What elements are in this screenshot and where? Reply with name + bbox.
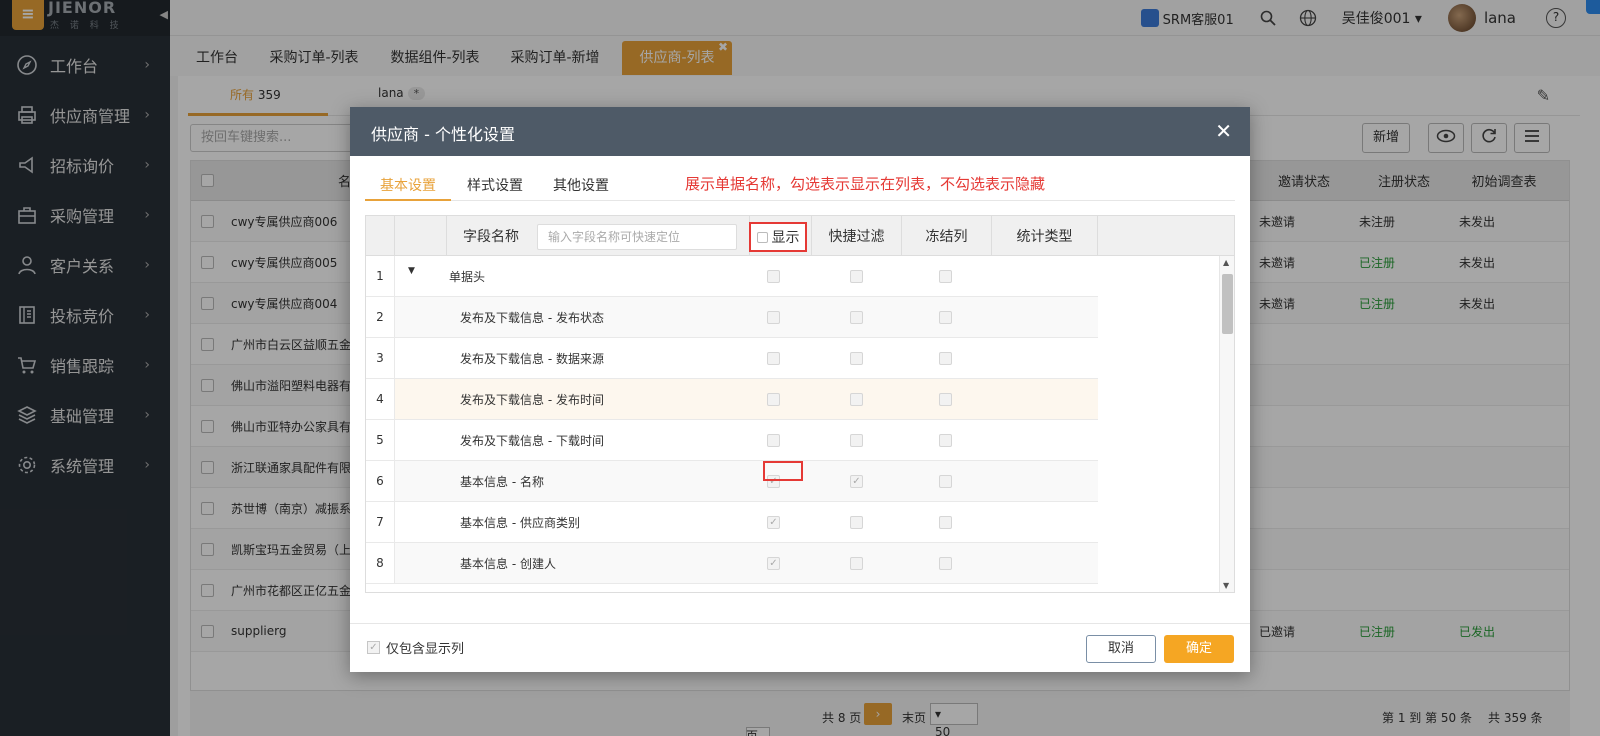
modal-tabs: 基本设置 样式设置 其他设置 展示单据名称，勾选表示显示在列表，不勾选表示隐藏 xyxy=(365,169,1235,201)
field-name: 基本信息 - 名称 xyxy=(460,474,544,489)
row-number: 1 xyxy=(366,256,395,296)
scrollbar-thumb[interactable] xyxy=(1222,274,1233,334)
field-row[interactable]: 2 发布及下载信息 - 发布状态 xyxy=(366,297,1098,338)
field-table-header: 字段名称 输入字段名称可快速定位 显示 快捷过滤 冻结列 统计类型 xyxy=(366,216,1234,256)
field-name: 发布及下载信息 - 发布时间 xyxy=(460,392,604,407)
cancel-button[interactable]: 取消 xyxy=(1086,635,1156,663)
modal-footer: ✓ 仅包含显示列 取消 确定 xyxy=(350,623,1250,672)
field-row[interactable]: 5 发布及下载信息 - 下载时间 xyxy=(366,420,1098,461)
scroll-up-icon[interactable]: ▲ xyxy=(1223,258,1229,267)
hint-annotation: 展示单据名称，勾选表示显示在列表，不勾选表示隐藏 xyxy=(685,175,1046,193)
field-name: 发布及下载信息 - 发布状态 xyxy=(460,310,604,325)
checkbox-icon xyxy=(756,231,768,243)
header-expand xyxy=(395,216,447,256)
header-quick-filter: 快捷过滤 xyxy=(812,216,902,256)
modal-tab-underline xyxy=(365,199,451,201)
highlight-annotation xyxy=(763,461,803,481)
header-stat-type: 统计类型 xyxy=(992,216,1098,256)
field-row[interactable]: 3 发布及下载信息 - 数据来源 xyxy=(366,338,1098,379)
freeze-checkbox[interactable] xyxy=(939,557,952,570)
quick-filter-checkbox[interactable] xyxy=(850,352,863,365)
row-number: 8 xyxy=(366,543,395,583)
header-show: 显示 xyxy=(771,230,800,246)
field-name: 发布及下载信息 - 数据来源 xyxy=(460,351,604,366)
field-row[interactable]: 8 基本信息 - 创建人 ✓ xyxy=(366,543,1098,584)
field-row[interactable]: 6 基本信息 - 名称 ✓ ✓ xyxy=(366,461,1098,502)
row-number: 4 xyxy=(366,379,395,419)
field-search-input[interactable]: 输入字段名称可快速定位 xyxy=(537,224,737,250)
tab-style-settings[interactable]: 样式设置 xyxy=(467,175,523,195)
freeze-checkbox[interactable] xyxy=(939,516,952,529)
header-index xyxy=(366,216,395,256)
show-checkbox[interactable] xyxy=(767,434,780,447)
field-name: 基本信息 - 创建人 xyxy=(460,556,556,571)
caret-down-icon[interactable]: ▼ xyxy=(408,266,415,276)
header-field-name: 字段名称 xyxy=(463,229,519,245)
row-number: 6 xyxy=(366,461,395,501)
vertical-scrollbar[interactable]: ▲ ▼ xyxy=(1219,256,1234,592)
quick-filter-checkbox[interactable] xyxy=(850,434,863,447)
row-number: 2 xyxy=(366,297,395,337)
field-name: 基本信息 - 供应商类别 xyxy=(460,515,580,530)
freeze-checkbox[interactable] xyxy=(939,352,952,365)
header-freeze: 冻结列 xyxy=(902,216,992,256)
field-row[interactable]: 4 发布及下载信息 - 发布时间 xyxy=(366,379,1098,420)
tab-other-settings[interactable]: 其他设置 xyxy=(553,175,609,195)
show-checkbox[interactable]: ✓ xyxy=(767,516,780,529)
show-all-checkbox[interactable]: 显示 xyxy=(749,222,807,252)
show-checkbox[interactable] xyxy=(767,270,780,283)
quick-filter-checkbox[interactable] xyxy=(850,311,863,324)
freeze-checkbox[interactable] xyxy=(939,311,952,324)
settings-modal: 供应商 - 个性化设置 ✕ 基本设置 样式设置 其他设置 展示单据名称，勾选表示… xyxy=(350,107,1250,672)
tab-basic-settings[interactable]: 基本设置 xyxy=(380,175,436,195)
close-icon[interactable]: ✕ xyxy=(1215,119,1232,143)
field-name: 单据头 xyxy=(449,269,486,284)
only-show-checkbox[interactable]: ✓ xyxy=(367,641,380,654)
show-checkbox[interactable] xyxy=(767,352,780,365)
quick-filter-checkbox[interactable] xyxy=(850,393,863,406)
freeze-checkbox[interactable] xyxy=(939,434,952,447)
quick-filter-checkbox[interactable]: ✓ xyxy=(850,475,863,488)
freeze-checkbox[interactable] xyxy=(939,393,952,406)
modal-header: 供应商 - 个性化设置 ✕ xyxy=(350,107,1250,156)
show-checkbox[interactable] xyxy=(767,311,780,324)
ok-button[interactable]: 确定 xyxy=(1164,635,1234,663)
field-row[interactable]: 7 基本信息 - 供应商类别 ✓ xyxy=(366,502,1098,543)
show-checkbox[interactable]: ✓ xyxy=(767,557,780,570)
freeze-checkbox[interactable] xyxy=(939,270,952,283)
quick-filter-checkbox[interactable] xyxy=(850,516,863,529)
field-table: 字段名称 输入字段名称可快速定位 显示 快捷过滤 冻结列 统计类型 1 ▼ 单据头 2… xyxy=(365,215,1235,593)
show-checkbox[interactable] xyxy=(767,393,780,406)
row-number: 7 xyxy=(366,502,395,542)
field-row[interactable]: 1 ▼ 单据头 xyxy=(366,256,1098,297)
quick-filter-checkbox[interactable] xyxy=(850,270,863,283)
modal-title: 供应商 - 个性化设置 xyxy=(371,125,515,144)
only-show-option[interactable]: ✓ 仅包含显示列 xyxy=(367,638,464,657)
only-show-label: 仅包含显示列 xyxy=(386,642,465,657)
scroll-down-icon[interactable]: ▼ xyxy=(1223,581,1229,590)
freeze-checkbox[interactable] xyxy=(939,475,952,488)
row-number: 5 xyxy=(366,420,395,460)
quick-filter-checkbox[interactable] xyxy=(850,557,863,570)
row-number: 3 xyxy=(366,338,395,378)
field-name: 发布及下载信息 - 下载时间 xyxy=(460,433,604,448)
